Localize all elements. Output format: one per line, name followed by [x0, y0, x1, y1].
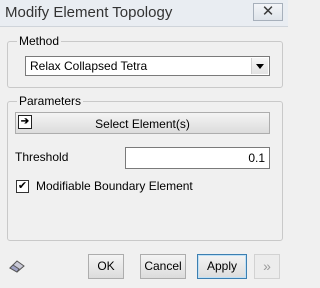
threshold-label: Threshold — [15, 150, 69, 164]
apply-button[interactable]: Apply — [197, 254, 247, 279]
method-dropdown[interactable]: Relax Collapsed Tetra — [25, 56, 270, 76]
select-elements-button[interactable]: ➔ Select Element(s) — [15, 112, 270, 134]
cancel-button[interactable]: Cancel — [140, 254, 186, 279]
eraser-icon[interactable] — [8, 258, 26, 274]
close-button[interactable]: ✕ — [253, 3, 283, 21]
threshold-input[interactable]: 0.1 — [125, 147, 270, 169]
more-options-button[interactable]: » — [254, 254, 280, 279]
parameters-legend: Parameters — [17, 94, 84, 108]
ok-button[interactable]: OK — [88, 254, 124, 279]
select-elements-label: Select Element(s) — [95, 117, 190, 131]
window-title: Modify Element Topology — [5, 4, 173, 21]
chevron-down-icon — [256, 64, 264, 69]
checkmark-icon: ✔ — [17, 180, 28, 192]
modifiable-boundary-checkbox[interactable]: ✔ — [16, 180, 29, 193]
method-selected-value: Relax Collapsed Tetra — [30, 59, 148, 73]
modifiable-boundary-label[interactable]: Modifiable Boundary Element — [36, 179, 193, 193]
title-bar: Modify Element Topology ✕ — [0, 0, 288, 27]
threshold-value: 0.1 — [248, 151, 265, 165]
method-legend: Method — [17, 34, 62, 48]
dropdown-arrow-button[interactable] — [251, 58, 268, 74]
close-icon: ✕ — [261, 3, 275, 20]
